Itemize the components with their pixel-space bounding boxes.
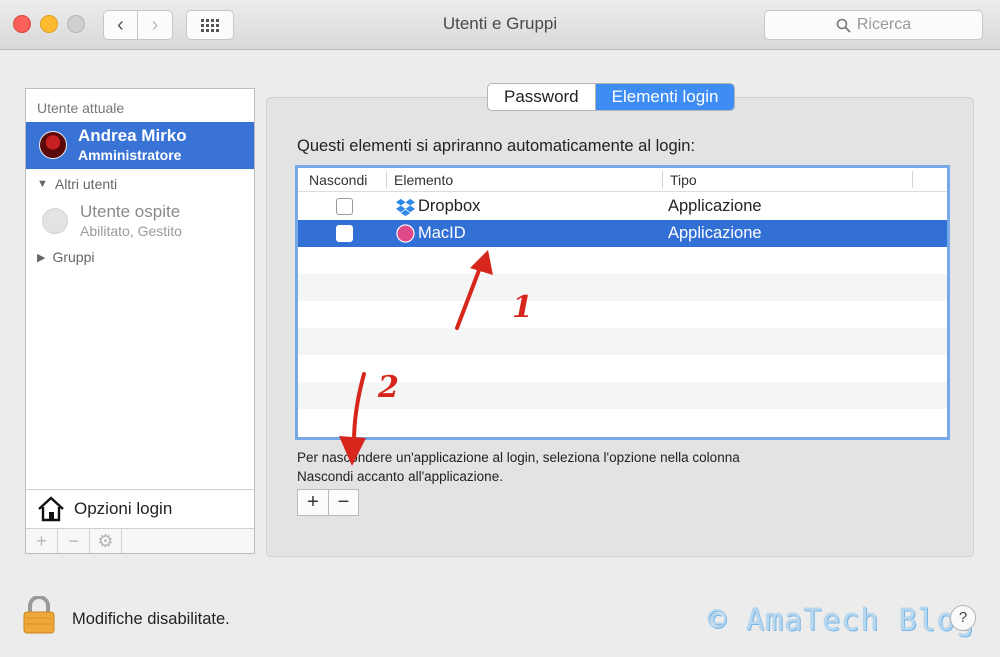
- disclosure-closed-icon: ▶: [37, 251, 46, 264]
- guest-user-status: Abilitato, Gestito: [80, 223, 182, 239]
- hide-checkbox[interactable]: [336, 198, 353, 215]
- lock-status-label: Modifiche disabilitate.: [72, 610, 230, 628]
- empty-row: [298, 274, 947, 301]
- add-remove-control: + −: [297, 489, 359, 516]
- table-header: Nascondi Elemento Tipo: [298, 168, 947, 192]
- table-row[interactable]: Dropbox Applicazione: [298, 193, 947, 220]
- search-field[interactable]: Ricerca: [764, 10, 983, 40]
- search-icon: [836, 18, 851, 33]
- sidebar-item-current-user[interactable]: Andrea Mirko Amministratore: [26, 122, 254, 169]
- watermark: © AmaTech Blog: [708, 603, 975, 638]
- house-icon: [38, 496, 64, 522]
- lock-icon[interactable]: [22, 596, 56, 634]
- tab-password[interactable]: Password: [488, 84, 595, 110]
- remove-user-button[interactable]: −: [58, 529, 90, 553]
- other-users-group[interactable]: ▼ Altri utenti: [37, 176, 117, 192]
- dropbox-icon: [396, 198, 415, 216]
- annotation-label-1: 1: [512, 290, 533, 325]
- empty-row: [298, 301, 947, 328]
- current-user-header: Utente attuale: [37, 100, 125, 116]
- tab-login-items[interactable]: Elementi login: [594, 84, 735, 110]
- other-users-label: Altri utenti: [54, 176, 118, 192]
- item-type: Applicazione: [668, 197, 762, 215]
- remove-login-item-button[interactable]: −: [328, 490, 358, 515]
- annotation-label-2: 2: [378, 370, 399, 405]
- empty-row: [298, 328, 947, 355]
- column-header-item[interactable]: Elemento: [394, 172, 453, 188]
- guest-user-name: Utente ospite: [80, 202, 181, 221]
- item-name: MacID: [418, 224, 466, 242]
- add-login-item-button[interactable]: +: [298, 490, 328, 515]
- sidebar-item-guest-user[interactable]: Utente ospite Abilitato, Gestito: [42, 202, 242, 242]
- help-line-1: Per nascondere un'applicazione al login,…: [297, 450, 740, 465]
- column-header-hide[interactable]: Nascondi: [309, 172, 367, 188]
- sidebar-toolbar: + − ⚙: [26, 528, 254, 553]
- empty-row: [298, 247, 947, 274]
- table-row[interactable]: MacID Applicazione: [298, 220, 947, 247]
- login-items-intro: Questi elementi si apriranno automaticam…: [297, 137, 696, 155]
- guest-avatar: [42, 208, 68, 234]
- current-user-role: Amministratore: [78, 147, 182, 163]
- groups-label: Gruppi: [52, 249, 95, 265]
- column-header-type[interactable]: Tipo: [670, 172, 697, 188]
- login-options-label: Opzioni login: [74, 499, 173, 518]
- minus-icon: −: [68, 530, 79, 551]
- user-avatar: [39, 131, 67, 159]
- gear-icon: ⚙: [97, 530, 114, 551]
- title-bar: ‹ › Utenti e Gruppi Ricerca: [0, 0, 1000, 50]
- hide-help-text: Per nascondere un'applicazione al login,…: [297, 448, 740, 486]
- help-line-2: Nascondi accanto all'applicazione.: [297, 469, 503, 484]
- help-button[interactable]: ?: [950, 605, 976, 631]
- add-user-button[interactable]: +: [26, 529, 58, 553]
- disclosure-open-icon: ▼: [37, 178, 48, 190]
- search-placeholder: Ricerca: [856, 16, 912, 33]
- current-user-name: Andrea Mirko: [78, 126, 187, 145]
- users-sidebar: Utente attuale Andrea Mirko Amministrato…: [25, 88, 255, 554]
- macid-icon: [396, 224, 415, 243]
- login-options-item[interactable]: Opzioni login: [26, 489, 254, 528]
- groups-group[interactable]: ▶ Gruppi: [37, 249, 95, 265]
- tab-bar: Password Elementi login: [487, 83, 736, 111]
- plus-icon: +: [36, 530, 47, 551]
- empty-row: [298, 409, 947, 436]
- user-actions-button[interactable]: ⚙: [90, 529, 122, 553]
- item-name: Dropbox: [418, 197, 481, 215]
- hide-checkbox[interactable]: [336, 225, 353, 242]
- item-type: Applicazione: [668, 224, 762, 242]
